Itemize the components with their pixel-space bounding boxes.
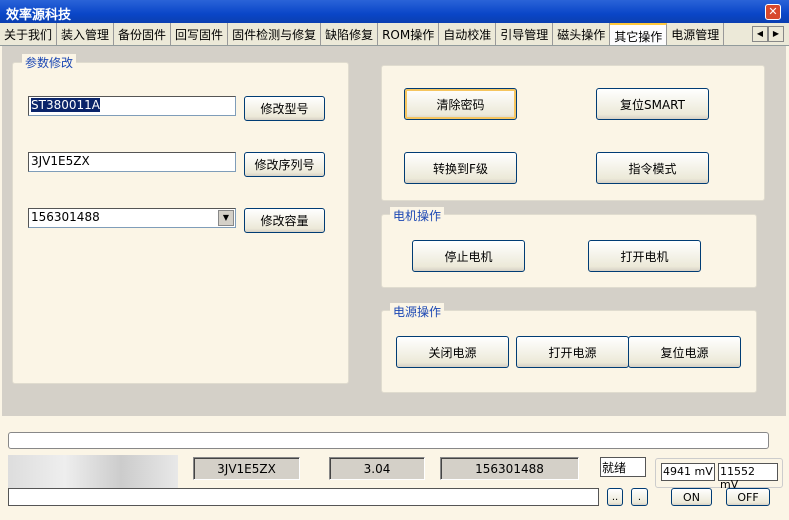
stop-motor-button[interactable]: 停止电机 [412, 240, 525, 272]
change-model-button[interactable]: 修改型号 [244, 96, 325, 121]
close-icon[interactable]: ✕ [765, 4, 781, 20]
power-off-button[interactable]: 关闭电源 [396, 336, 509, 368]
browse-button-1[interactable]: .. [607, 488, 623, 506]
arrow-right-icon[interactable]: ▶ [768, 26, 784, 42]
tab-2[interactable]: 备份固件 [114, 23, 172, 45]
tab-3[interactable]: 回写固件 [171, 23, 229, 45]
capacity-select[interactable]: 156301488 ▼ [28, 208, 236, 228]
voltage-5v: 4941 mV [661, 463, 715, 481]
model-value: ST380011A [31, 98, 100, 112]
browse-button-2[interactable]: . [631, 488, 648, 506]
tab-9[interactable]: 磁头操作 [553, 23, 611, 45]
window-title: 效率源科技 [6, 8, 72, 23]
tab-6[interactable]: ROM操作 [378, 23, 440, 45]
serial-input[interactable]: 3JV1E5ZX [28, 152, 236, 172]
change-capacity-button[interactable]: 修改容量 [244, 208, 325, 233]
lba-label: 156301488 [440, 457, 579, 480]
tab-10[interactable]: 其它操作 [610, 23, 668, 45]
start-motor-button[interactable]: 打开电机 [588, 240, 701, 272]
firmware-label: 3.04 [329, 457, 425, 480]
arrow-left-icon[interactable]: ◀ [752, 26, 768, 42]
capacity-value: 156301488 [31, 210, 100, 224]
chevron-down-icon[interactable]: ▼ [218, 210, 234, 226]
log-input[interactable] [8, 488, 599, 506]
tab-scroll: ◀ ▶ [752, 26, 784, 42]
tab-bar: 关于我们 装入管理 备份固件 回写固件 固件检测与修复 缺陷修复 ROM操作 自动校准 引导管理… [0, 23, 789, 46]
status-text: 就绪 [600, 457, 646, 477]
tab-4[interactable]: 固件检测与修复 [228, 23, 322, 45]
progress-bar [8, 432, 769, 449]
voltage-12v: 11552 mV [718, 463, 778, 491]
serial-label: 3JV1E5ZX [193, 457, 300, 480]
off-button[interactable]: OFF [726, 488, 770, 506]
model-input[interactable]: ST380011A [28, 96, 236, 116]
power-on-button[interactable]: 打开电源 [516, 336, 629, 368]
convert-f-button[interactable]: 转换到F级 [404, 152, 517, 184]
tab-1[interactable]: 装入管理 [57, 23, 115, 45]
on-button[interactable]: ON [671, 488, 712, 506]
tab-5[interactable]: 缺陷修复 [321, 23, 379, 45]
logo-image [8, 455, 178, 489]
motor-legend: 电机操作 [390, 207, 445, 224]
tab-11[interactable]: 电源管理 [667, 23, 725, 45]
power-reset-button[interactable]: 复位电源 [628, 336, 741, 368]
power-legend: 电源操作 [390, 303, 445, 320]
title-bar: 效率源科技 [0, 0, 789, 23]
tab-0[interactable]: 关于我们 [0, 23, 58, 45]
clear-password-button[interactable]: 清除密码 [404, 88, 517, 120]
params-legend: 参数修改 [22, 54, 77, 71]
reset-smart-button[interactable]: 复位SMART [596, 88, 709, 120]
command-mode-button[interactable]: 指令模式 [596, 152, 709, 184]
tab-8[interactable]: 引导管理 [496, 23, 554, 45]
tab-7[interactable]: 自动校准 [439, 23, 497, 45]
change-serial-button[interactable]: 修改序列号 [244, 152, 325, 177]
